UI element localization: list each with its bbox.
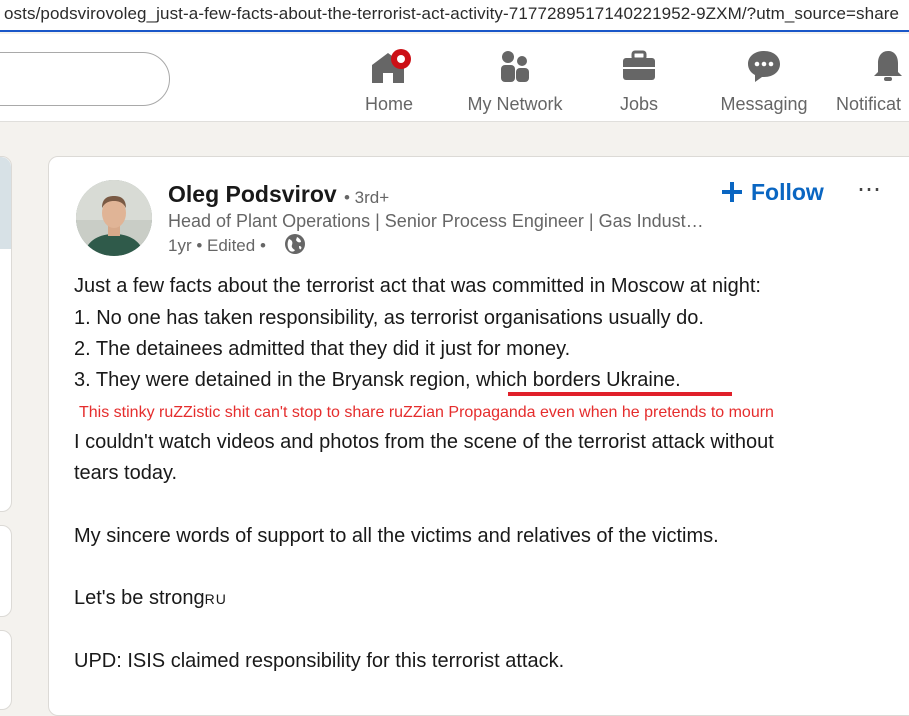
red-annotation-text: This stinky ruZZistic shit can't stop to… <box>79 404 774 421</box>
author-name[interactable]: Oleg Podsvirov <box>168 181 337 208</box>
nav-messaging[interactable]: Messaging <box>716 48 812 118</box>
search-input[interactable] <box>0 52 170 106</box>
sidebar-card <box>0 525 12 617</box>
profile-card <box>0 156 12 512</box>
post-line: 3. They were detained in the Bryansk reg… <box>74 369 681 391</box>
top-navbar: Home My Network Jobs Messaging Notificat <box>0 34 909 122</box>
red-underline-annotation <box>508 392 732 396</box>
more-options-icon[interactable]: ⋯ <box>857 175 883 204</box>
post-line: UPD: ISIS claimed responsibility for thi… <box>74 650 565 672</box>
nav-jobs-label: Jobs <box>619 94 659 114</box>
briefcase-icon <box>623 50 655 80</box>
nav-home-label: Home <box>364 94 413 114</box>
strong-text: Let's be strong <box>74 587 205 609</box>
post-line: tears today. <box>74 462 178 484</box>
author-headline: Head of Plant Operations | Senior Proces… <box>168 211 704 231</box>
nav-my-network[interactable]: My Network <box>460 48 570 118</box>
plus-icon <box>722 182 742 202</box>
nav-notifications[interactable]: Notificat <box>836 48 909 118</box>
address-bar[interactable]: osts/podsvirovoleg_just-a-few-facts-abou… <box>0 0 909 32</box>
message-icon <box>748 51 780 82</box>
post-line: I couldn't watch videos and photos from … <box>74 431 774 453</box>
follow-button[interactable]: Follow <box>721 175 824 209</box>
post-meta: 1yr • Edited • <box>168 236 266 255</box>
ru-flag-text: RU <box>204 591 227 607</box>
profile-card-banner <box>0 157 11 249</box>
url-text[interactable]: osts/podsvirovoleg_just-a-few-facts-abou… <box>4 4 899 24</box>
avatar-photo <box>76 180 152 256</box>
nav-my-network-label: My Network <box>467 94 563 114</box>
post-line: 2. The detainees admitted that they did … <box>74 338 571 360</box>
nav-home[interactable]: Home <box>356 48 422 118</box>
globe-icon <box>285 234 305 254</box>
post-line: 1. No one has taken responsibility, as t… <box>74 307 704 329</box>
nav-jobs[interactable]: Jobs <box>612 48 666 118</box>
home-icon <box>372 49 411 83</box>
feed-post: Oleg Podsvirov • 3rd+ Head of Plant Oper… <box>48 156 909 716</box>
network-icon <box>501 51 529 82</box>
post-line: My sincere words of support to all the v… <box>74 525 719 547</box>
connection-degree: • 3rd+ <box>344 188 390 207</box>
nav-notifications-label: Notificat <box>836 94 902 114</box>
nav-messaging-label: Messaging <box>720 94 808 114</box>
avatar[interactable] <box>76 180 152 256</box>
bell-icon <box>874 51 902 81</box>
post-line: Let's be strongRU <box>74 587 227 610</box>
post-line: Just a few facts about the terrorist act… <box>74 275 761 297</box>
follow-label: Follow <box>751 178 824 205</box>
sidebar-card <box>0 630 12 710</box>
